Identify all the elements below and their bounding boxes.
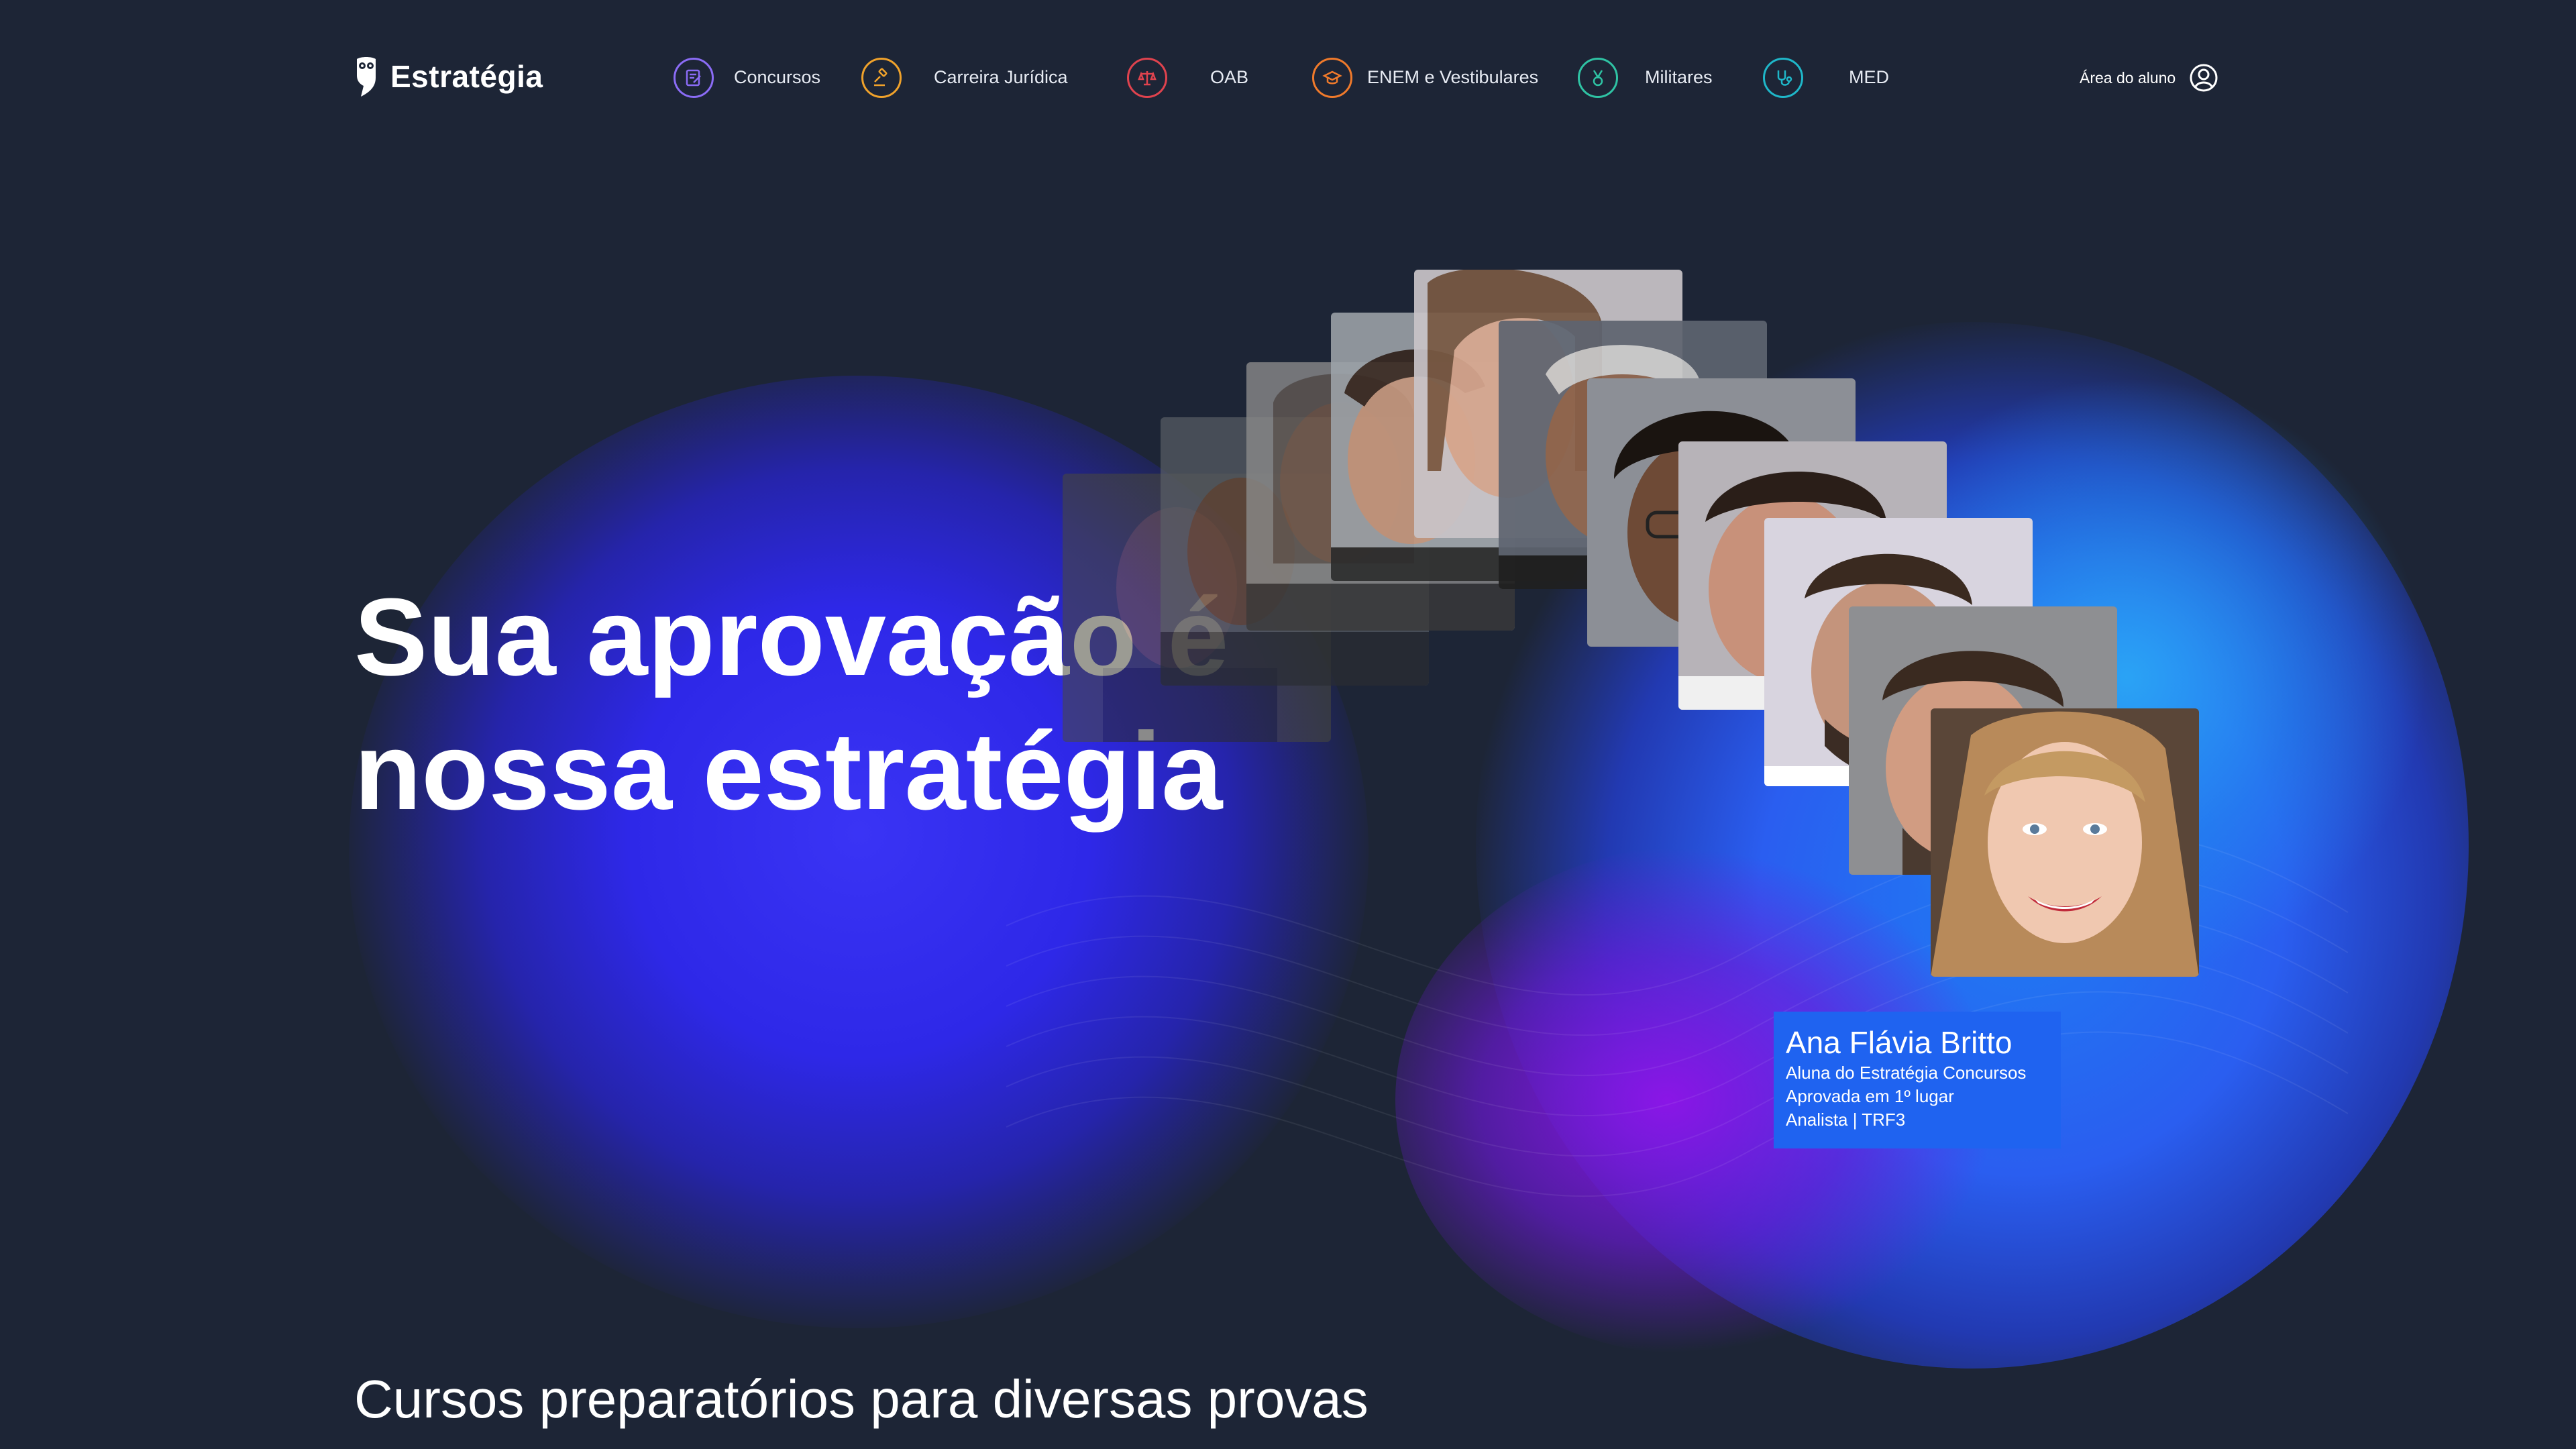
brand-name: Estratégia (390, 59, 543, 94)
featured-student-photo (1931, 708, 2199, 977)
site-header: Estratégia Concursos Carreira Jurídica O… (0, 0, 2576, 154)
owl-logo-icon (357, 57, 376, 97)
nav-item-med[interactable]: MED (1763, 51, 1889, 105)
graduation-cap-icon (1312, 58, 1352, 98)
nav-item-enem-vestibulares[interactable]: ENEM e Vestibulares (1312, 51, 1538, 105)
nav-label-oab: OAB (1210, 67, 1249, 87)
brand-logo[interactable]: Estratégia (354, 55, 543, 98)
testimonial-line-1: Aluna do Estratégia Concursos (1786, 1063, 2027, 1083)
user-circle-icon (2190, 64, 2218, 92)
student-area-link[interactable]: Área do aluno (2080, 63, 2218, 93)
testimonial-card: Ana Flávia Britto Aluna do Estratégia Co… (1774, 1012, 2061, 1148)
nav-item-carreira-juridica[interactable]: Carreira Jurídica (861, 51, 1068, 105)
nav-item-concursos[interactable]: Concursos (674, 51, 820, 105)
medal-icon (1578, 58, 1618, 98)
stethoscope-icon (1763, 58, 1803, 98)
courses-section-title: Cursos preparatórios para diversas prova… (354, 1369, 1368, 1429)
gavel-icon (861, 58, 902, 98)
nav-label-enem-vestibulares: ENEM e Vestibulares (1367, 67, 1539, 87)
nav-label-med: MED (1849, 67, 1889, 87)
document-edit-icon (674, 58, 714, 98)
nav-label-militares: Militares (1645, 67, 1713, 87)
nav-item-oab[interactable]: OAB (1127, 51, 1248, 105)
testimonial-line-2: Aprovada em 1º lugar (1786, 1086, 1954, 1106)
scales-icon (1127, 58, 1167, 98)
student-area-label: Área do aluno (2080, 68, 2176, 87)
testimonial-name: Ana Flávia Britto (1786, 1025, 2012, 1060)
nav-label-concursos: Concursos (734, 67, 821, 87)
testimonial-line-3: Analista | TRF3 (1786, 1110, 1906, 1130)
nav-label-carreira-juridica: Carreira Jurídica (934, 67, 1068, 87)
nav-item-militares[interactable]: Militares (1578, 51, 1713, 105)
